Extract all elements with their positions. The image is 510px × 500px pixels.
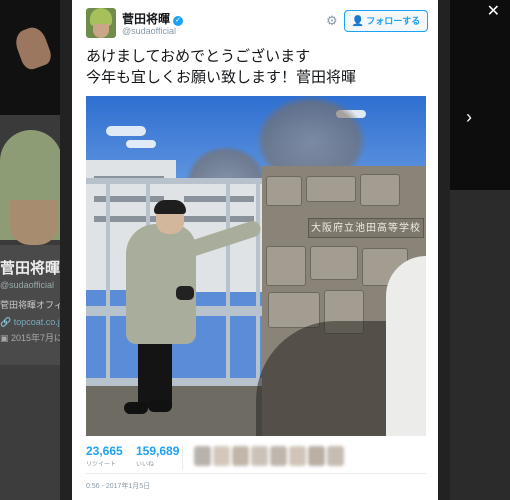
background-profile-name: 菅田将暉 (0, 260, 60, 277)
photo-car (386, 256, 426, 436)
background-filler (0, 365, 60, 500)
liker-avatar[interactable] (327, 446, 344, 466)
background-right-column: ✕ › (450, 0, 510, 500)
close-icon[interactable]: ✕ (487, 4, 500, 20)
tweet-text-line: あけましておめでとうございます (86, 48, 311, 65)
tweet-timestamp[interactable]: 0:56 - 2017年1月5日 (86, 481, 150, 491)
liker-avatar[interactable] (289, 446, 306, 466)
author-name[interactable]: 菅田将暉 ✓ (122, 10, 184, 27)
likes-stat[interactable]: 159,689 いいね (136, 444, 179, 468)
likes-label: いいね (136, 462, 155, 468)
tweet-text: あけましておめでとうございます 今年も宜しくお願い致します！菅田将暉 (86, 46, 426, 88)
retweets-count: 23,665 (86, 444, 123, 458)
tweet-text-line: 今年も宜しくお願い致します！菅田将暉 (86, 69, 357, 86)
photo-person-shoe (124, 402, 148, 414)
liker-avatar[interactable] (270, 446, 287, 466)
liker-avatar[interactable] (213, 446, 230, 466)
tweet-header: 菅田将暉 ✓ @sudaofficial ⚙ 👤 フォローする (86, 8, 428, 40)
stats-divider (182, 446, 183, 470)
follow-button[interactable]: 👤 フォローする (344, 10, 428, 32)
photo-school-plaque: 大阪府立池田高等学校 (308, 218, 424, 238)
tweet-modal: 菅田将暉 ✓ @sudaofficial ⚙ 👤 フォローする あけましておめでとう… (72, 0, 438, 500)
photo-person-legs (138, 341, 172, 407)
tweet-photo[interactable]: 大阪府立池田高等学校 (86, 96, 426, 436)
liker-avatar[interactable] (232, 446, 249, 466)
photo-person-shoe (148, 400, 172, 412)
background-profile-column: 菅田将暉 @sudaofficial 菅田将暉オフィ 🔗 topcoat.co.… (0, 0, 60, 500)
background-avatar-face (10, 200, 58, 245)
background-profile-handle: @sudaofficial (0, 280, 54, 290)
gear-icon[interactable]: ⚙ (326, 13, 338, 29)
avatar[interactable] (86, 8, 116, 38)
liker-avatar[interactable] (251, 446, 268, 466)
tweet-stats: 23,665 リツイート 159,689 いいね (86, 440, 426, 474)
background-photo (0, 0, 60, 115)
retweets-stat[interactable]: 23,665 リツイート (86, 444, 123, 468)
follow-user-icon: 👤 (351, 16, 365, 27)
likes-count: 159,689 (136, 444, 180, 458)
background-right-photo (450, 0, 510, 190)
liker-avatar[interactable] (308, 446, 325, 466)
photo-person-bag (176, 286, 194, 300)
author-handle[interactable]: @sudaofficial (122, 26, 176, 36)
verified-badge-icon: ✓ (173, 16, 184, 26)
retweets-label: リツイート (86, 462, 117, 468)
background-profile-bio: 菅田将暉オフィ (0, 300, 60, 310)
photo-person-cap (154, 200, 186, 214)
background-profile-card: 菅田将暉 @sudaofficial 菅田将暉オフィ 🔗 topcoat.co.… (0, 245, 60, 365)
background-hand (12, 24, 54, 72)
likers-avatars (194, 446, 344, 466)
background-profile-link[interactable]: 🔗 topcoat.co.jp (0, 317, 60, 328)
chevron-right-icon[interactable]: › (466, 108, 472, 126)
background-profile-joined: ▣ 2015年7月に (0, 333, 60, 343)
liker-avatar[interactable] (194, 446, 211, 466)
